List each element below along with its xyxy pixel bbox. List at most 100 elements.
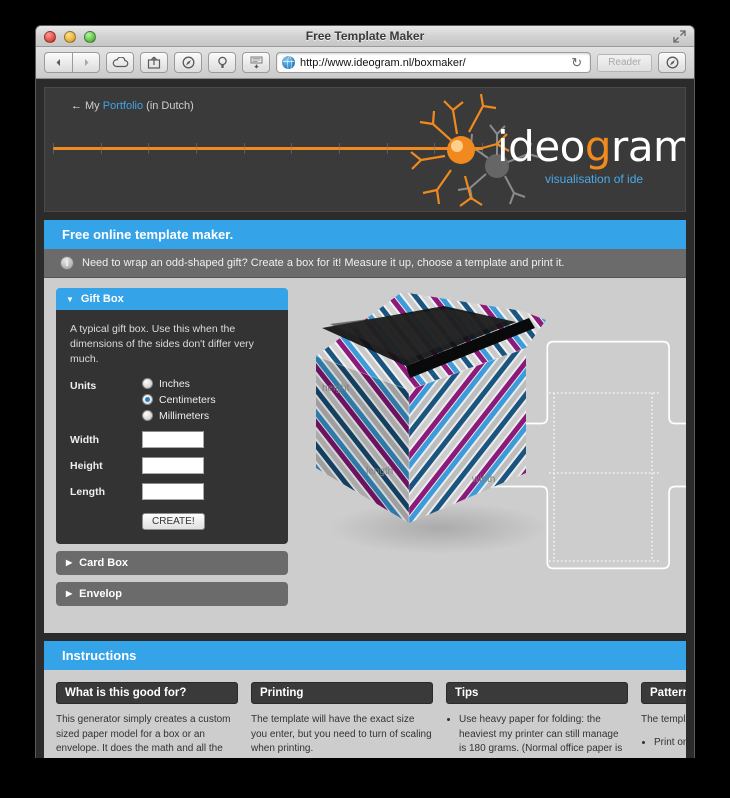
- instruction-heading-what: What is this good for?: [56, 682, 238, 704]
- instruction-bullet: Print on the same: [654, 736, 686, 751]
- instruction-column-patterns: Patterns The template creates Print on t…: [641, 682, 686, 758]
- reader-button[interactable]: Reader: [597, 53, 652, 72]
- radio-label-centimeters: Centimeters: [159, 393, 216, 406]
- width-input[interactable]: [142, 430, 204, 448]
- width-row: Width: [70, 430, 274, 448]
- instruction-column-printing: Printing The template will have the exac…: [251, 682, 433, 758]
- logo-tagline: visualisation of ide: [545, 172, 644, 186]
- radio-millimeters[interactable]: Millimeters: [142, 410, 216, 422]
- chevron-right-icon: ▶: [66, 589, 73, 599]
- length-label: Length: [70, 486, 105, 499]
- height-label: Height: [70, 460, 103, 473]
- info-icon: i: [60, 256, 74, 270]
- accordion-header-gift-box[interactable]: ▼ Gift Box: [56, 288, 288, 310]
- radio-dot-millimeters: [142, 410, 153, 422]
- accordion-header-envelop[interactable]: ▶ Envelop: [56, 581, 288, 606]
- window-controls: [44, 31, 96, 43]
- page-viewport: ← My Portfolio (in Dutch) ideogram visua…: [36, 79, 694, 758]
- accordion-panel-gift-box: ▼ Gift Box A typical gift box. Use this …: [56, 288, 288, 544]
- instruction-body-patterns: The template creates Print on the same: [641, 713, 686, 750]
- label-width: width: [472, 474, 496, 485]
- units-label: Units: [70, 379, 97, 392]
- instruction-paragraph: The template will have the exact size yo…: [251, 714, 432, 754]
- label-length: length: [366, 466, 394, 477]
- instructions-title: Instructions: [44, 641, 686, 670]
- radio-label-inches: Inches: [159, 377, 190, 390]
- gift-box-form: A typical gift box. Use this when the di…: [56, 310, 288, 544]
- close-button[interactable]: [44, 31, 56, 43]
- width-label: Width: [70, 434, 100, 447]
- bookmark-icon[interactable]: [208, 52, 236, 73]
- instructions-panel: Instructions What is this good for? This…: [44, 641, 686, 758]
- height-row: Height: [70, 456, 274, 474]
- instruction-heading-patterns: Patterns: [641, 682, 686, 704]
- back-button[interactable]: [44, 52, 72, 73]
- reading-list-icon[interactable]: [242, 52, 270, 73]
- info-text: Need to wrap an odd-shaped gift? Create …: [82, 257, 565, 269]
- label-height: height: [322, 383, 350, 394]
- units-radio-group: Inches Centimeters Millimeters: [142, 378, 216, 422]
- forward-button[interactable]: [72, 52, 100, 73]
- length-input[interactable]: [142, 482, 204, 500]
- instruction-column-tips: Tips Use heavy paper for folding: the he…: [446, 682, 628, 758]
- create-row: CREATE!: [70, 511, 274, 530]
- gift-box-description: A typical gift box. Use this when the di…: [70, 323, 254, 366]
- radio-centimeters[interactable]: Centimeters: [142, 394, 216, 406]
- accordion-header-card-box[interactable]: ▶ Card Box: [56, 550, 288, 575]
- units-row: Units Inches Centimeters Millimeters: [70, 378, 274, 422]
- reload-icon[interactable]: ↻: [568, 55, 585, 71]
- breadcrumb-note: (in Dutch): [146, 100, 194, 112]
- downloads-icon[interactable]: [658, 52, 686, 73]
- instruction-body-tips: Use heavy paper for folding: the heavies…: [446, 713, 628, 758]
- accordion-title-gift-box: Gift Box: [80, 293, 124, 305]
- instruction-body-printing: The template will have the exact size yo…: [251, 713, 433, 758]
- icloud-icon[interactable]: [106, 52, 134, 73]
- template-accordion: ▼ Gift Box A typical gift box. Use this …: [56, 288, 288, 606]
- browser-window: Free Template Maker http://www.ideogram.…: [35, 25, 695, 758]
- instruction-heading-printing: Printing: [251, 682, 433, 704]
- nav-buttons: [44, 52, 100, 73]
- breadcrumb-my: My: [85, 100, 100, 112]
- main-section-title: Free online template maker.: [44, 220, 686, 249]
- compass-icon[interactable]: [174, 52, 202, 73]
- window-title: Free Template Maker: [305, 29, 425, 43]
- window-titlebar[interactable]: Free Template Maker: [36, 26, 694, 47]
- site-header: ← My Portfolio (in Dutch) ideogram visua…: [44, 87, 686, 212]
- accordion-title-card-box: Card Box: [79, 556, 129, 569]
- accordion-title-envelop: Envelop: [79, 587, 122, 600]
- radio-label-millimeters: Millimeters: [159, 409, 210, 422]
- info-bar: i Need to wrap an odd-shaped gift? Creat…: [44, 249, 686, 278]
- height-input[interactable]: [142, 456, 204, 474]
- portfolio-link[interactable]: Portfolio: [103, 100, 143, 112]
- instruction-column-what: What is this good for? This generator si…: [56, 682, 238, 758]
- fullscreen-icon[interactable]: [673, 30, 686, 43]
- ideogram-logo: ideogram visualisation of ide: [385, 94, 685, 211]
- length-row: Length: [70, 482, 274, 500]
- instruction-body-what: This generator simply creates a custom s…: [56, 713, 238, 758]
- instructions-columns: What is this good for? This generator si…: [44, 670, 686, 758]
- site-globe-icon: [282, 56, 295, 69]
- instruction-bullet: Use heavy paper for folding: the heavies…: [459, 713, 628, 758]
- url-text: http://www.ideogram.nl/boxmaker/: [300, 56, 466, 69]
- chevron-down-icon: ▼: [66, 294, 74, 304]
- radio-dot-centimeters: [142, 394, 153, 406]
- breadcrumb: ← My Portfolio (in Dutch): [71, 100, 194, 112]
- create-button[interactable]: CREATE!: [142, 512, 205, 530]
- address-bar[interactable]: http://www.ideogram.nl/boxmaker/ ↻: [276, 52, 592, 73]
- instruction-bullet-list: Print on the same: [654, 736, 686, 751]
- instruction-paragraph: This generator simply creates a custom s…: [56, 714, 231, 758]
- share-icon[interactable]: [140, 52, 168, 73]
- box-illustration-svg: [315, 292, 686, 570]
- chevron-right-icon: ▶: [66, 558, 73, 568]
- instruction-bullet-list: Use heavy paper for folding: the heavies…: [459, 713, 628, 758]
- instruction-heading-tips: Tips: [446, 682, 628, 704]
- minimize-button[interactable]: [64, 31, 76, 43]
- zoom-button[interactable]: [84, 31, 96, 43]
- browser-toolbar: http://www.ideogram.nl/boxmaker/ ↻ Reade…: [36, 47, 694, 79]
- gift-box-3d-preview: height length width: [294, 278, 686, 633]
- instruction-paragraph: The template creates: [641, 714, 686, 725]
- back-arrow-icon: ←: [71, 100, 82, 112]
- dieline-score-lines: [549, 392, 661, 562]
- radio-inches[interactable]: Inches: [142, 378, 216, 390]
- main-panel: Free online template maker. i Need to wr…: [44, 220, 686, 633]
